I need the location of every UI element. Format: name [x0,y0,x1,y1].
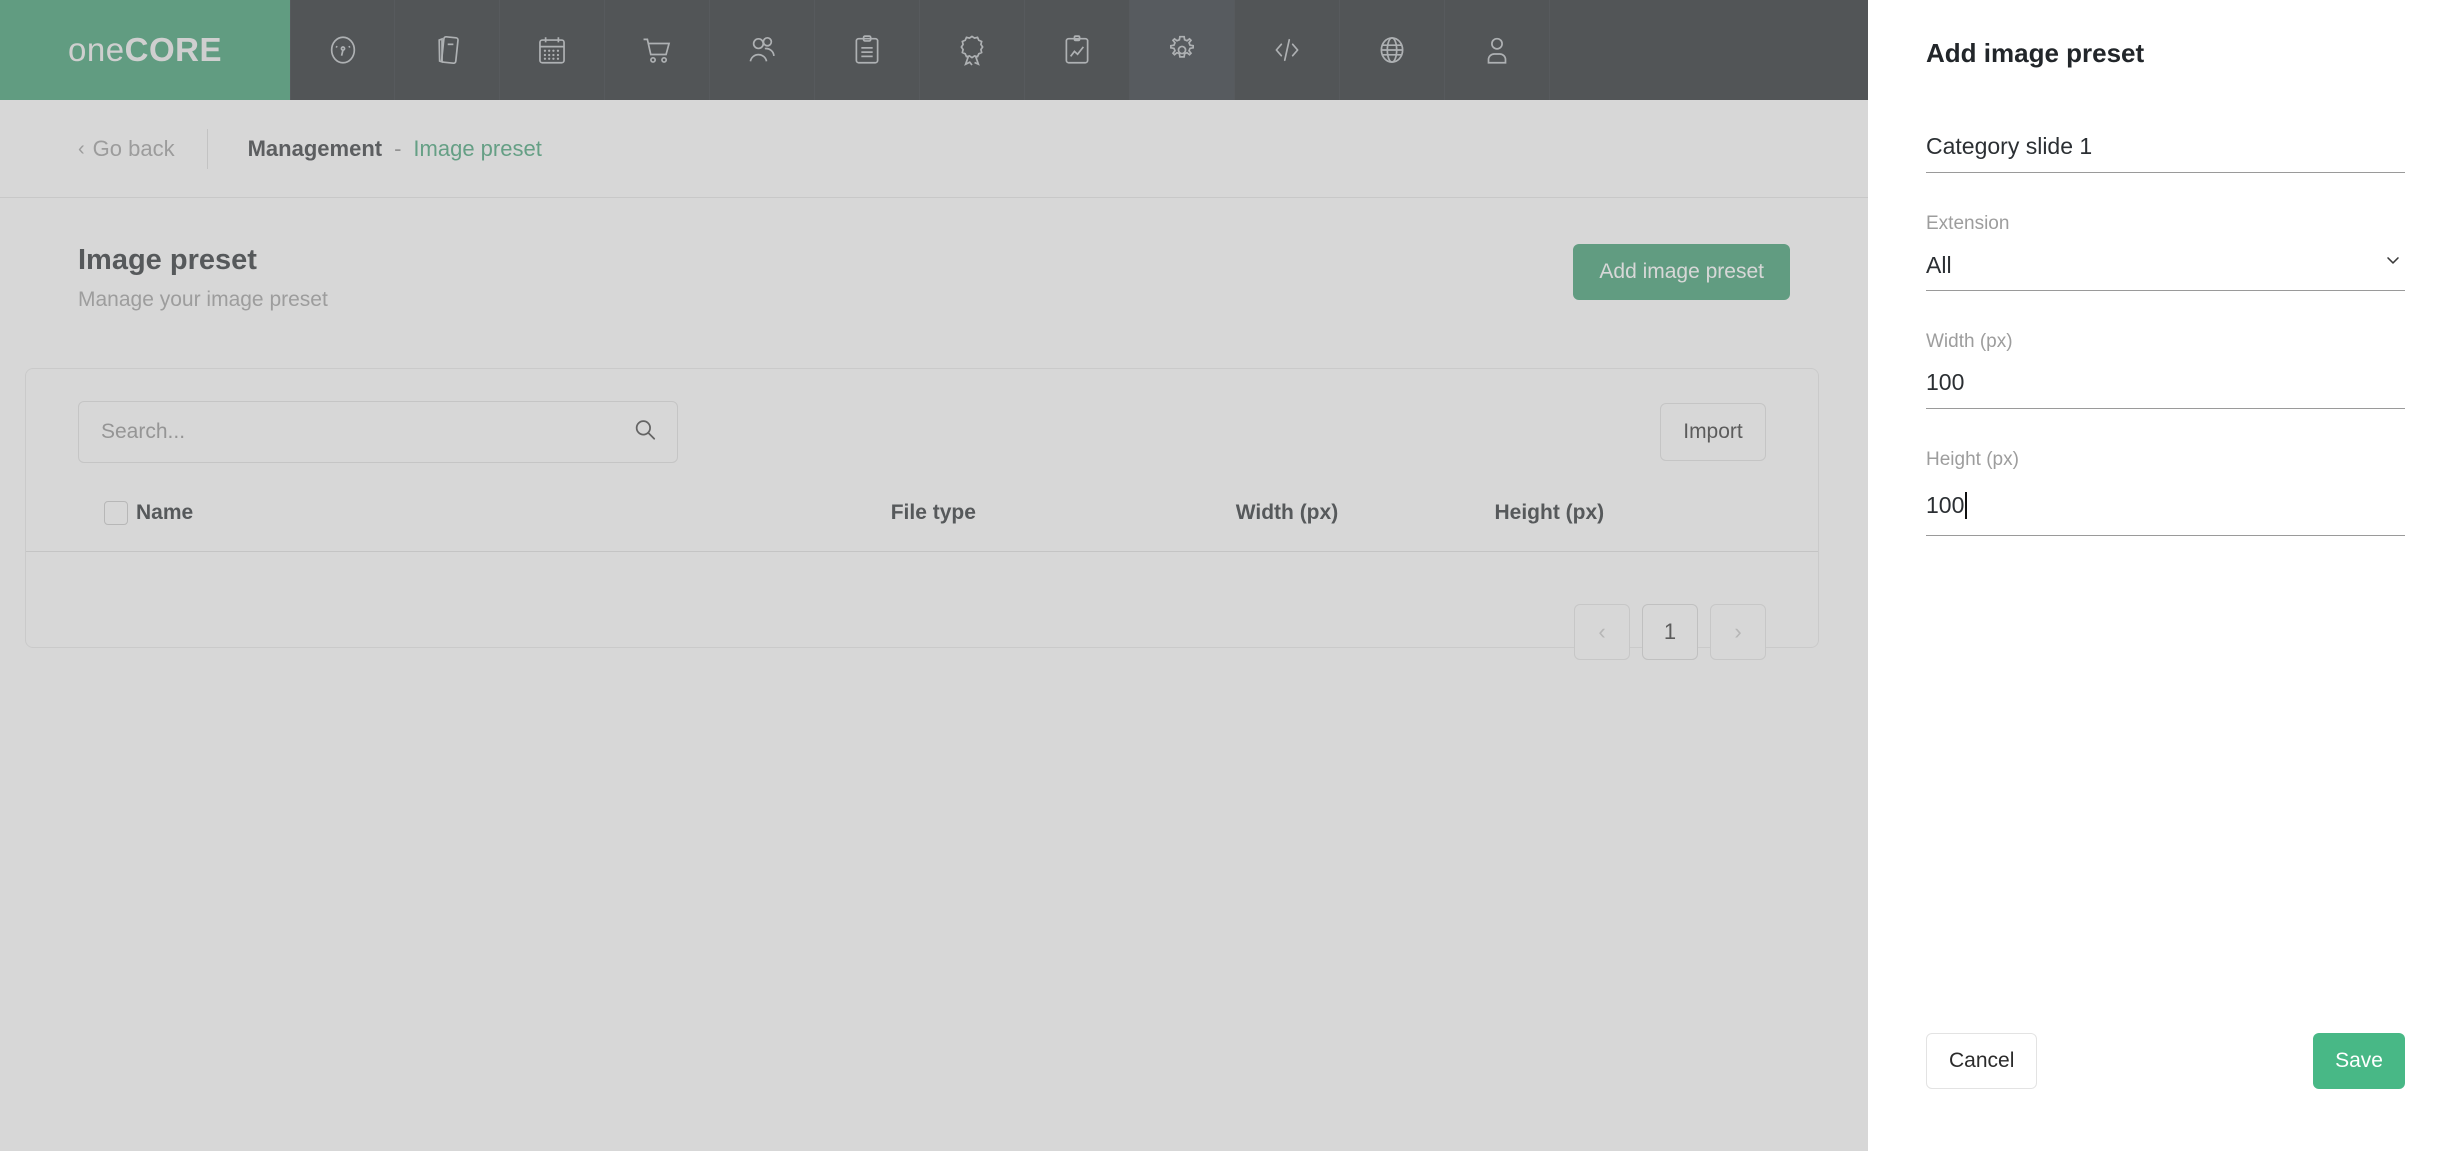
drawer-title: Add image preset [1926,38,2145,68]
extension-field: Extension All [1926,213,2405,291]
cancel-button[interactable]: Cancel [1926,1033,2038,1089]
add-image-preset-drawer: Add image preset Extension All Width (px… [1868,0,2463,1151]
height-value: 100 [1926,492,1965,518]
preset-name-input[interactable] [1926,129,2405,173]
extension-select[interactable]: All [1926,247,2405,291]
width-label: Width (px) [1926,331,2013,352]
preset-name-field [1926,129,2405,173]
height-field: Height (px) 100 [1926,449,2405,536]
text-caret [1965,492,1968,519]
modal-overlay[interactable] [0,0,1868,1151]
width-input[interactable] [1926,365,2405,409]
drawer-footer: Cancel Save [1926,1033,2405,1151]
height-label: Height (px) [1926,449,2019,470]
extension-label: Extension [1926,213,2010,234]
save-button[interactable]: Save [2313,1033,2405,1089]
width-field: Width (px) [1926,331,2405,409]
height-input[interactable]: 100 [1926,483,2405,536]
